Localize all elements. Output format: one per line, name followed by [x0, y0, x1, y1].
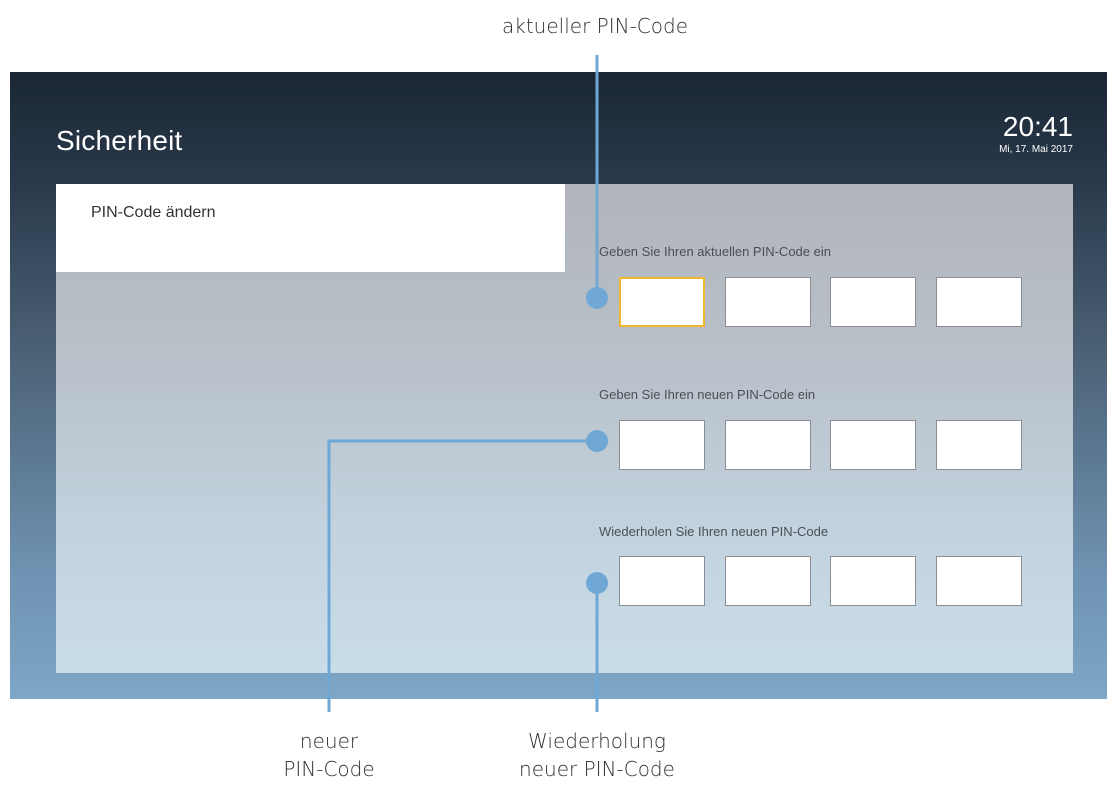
current-pin-digit-2[interactable]	[725, 277, 811, 327]
current-pin-digit-1[interactable]	[619, 277, 705, 327]
callout-repeat-pin: Wiederholung neuer PIN-Code	[472, 727, 722, 783]
clock-date: Mi, 17. Mai 2017	[999, 144, 1073, 155]
callout-new-pin-line1: neuer	[299, 729, 359, 753]
current-pin-label: Geben Sie Ihren aktuellen PIN-Code ein	[599, 244, 831, 259]
callout-current-pin: aktueller PIN-Code	[430, 12, 760, 40]
repeat-pin-digit-3[interactable]	[830, 556, 916, 606]
callout-current-pin-text: aktueller PIN-Code	[502, 14, 688, 38]
repeat-pin-digit-1[interactable]	[619, 556, 705, 606]
current-pin-digit-3[interactable]	[830, 277, 916, 327]
current-pin-digit-4[interactable]	[936, 277, 1022, 327]
clock-time: 20:41	[1002, 111, 1073, 142]
callout-repeat-pin-line2: neuer PIN-Code	[519, 757, 675, 781]
page-title: Sicherheit	[56, 125, 183, 156]
tv-screen: Sicherheit 20:41 Mi, 17. Mai 2017 PIN-Co…	[10, 72, 1107, 699]
repeat-pin-digit-2[interactable]	[725, 556, 811, 606]
callout-repeat-pin-line1: Wiederholung	[528, 729, 666, 753]
new-pin-digit-1[interactable]	[619, 420, 705, 470]
menu-item-label: PIN-Code ändern	[91, 204, 216, 221]
callout-new-pin-line2: PIN-Code	[283, 757, 375, 781]
menu-item-change-pin[interactable]: PIN-Code ändern	[56, 184, 565, 272]
repeat-pin-digit-4[interactable]	[936, 556, 1022, 606]
new-pin-label: Geben Sie Ihren neuen PIN-Code ein	[599, 387, 816, 402]
new-pin-digit-4[interactable]	[936, 420, 1022, 470]
new-pin-digit-3[interactable]	[830, 420, 916, 470]
callout-new-pin: neuer PIN-Code	[229, 727, 429, 783]
repeat-pin-label: Wiederholen Sie Ihren neuen PIN-Code	[599, 524, 829, 539]
clock: 20:41 Mi, 17. Mai 2017	[999, 112, 1073, 156]
new-pin-digit-2[interactable]	[725, 420, 811, 470]
settings-panel: PIN-Code ändern Geben Sie Ihren aktuelle…	[56, 184, 1073, 673]
annotated-screenshot: aktueller PIN-Code Sicherheit 20:41 Mi, …	[0, 0, 1107, 786]
